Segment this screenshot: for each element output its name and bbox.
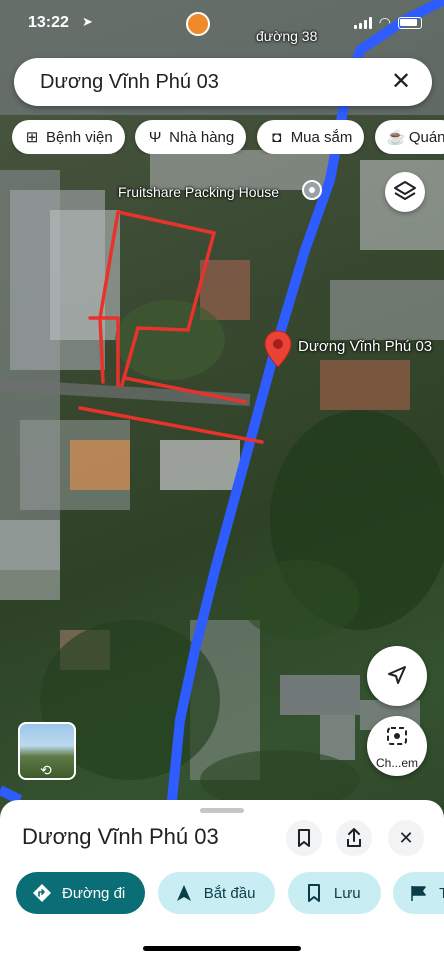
chip-label: Bệnh viện (46, 128, 113, 146)
chip-shopping[interactable]: ◘ Mua sắm (256, 120, 365, 154)
status-bar: 13:22 ➤ ◠ (0, 0, 444, 42)
bookmark-icon (307, 884, 320, 902)
restaurant-icon: Ψ (148, 128, 162, 146)
lens-button[interactable]: Ch...em (367, 716, 427, 776)
lens-label: Ch...em (375, 756, 418, 770)
close-button[interactable]: ✕ (388, 820, 424, 856)
rotate-360-icon: ⟲ (40, 762, 52, 778)
chip-label: Mua sắm (290, 128, 353, 146)
label-button[interactable]: Th (393, 872, 444, 914)
share-button[interactable] (336, 820, 372, 856)
map-layers-button[interactable] (385, 172, 425, 212)
chip-label: Quán (408, 128, 444, 146)
wifi-icon: ◠ (378, 14, 391, 30)
shopping-bag-icon: ◘ (272, 128, 282, 146)
place-actions: Đường đi Bắt đầu Lưu Th (0, 872, 444, 916)
start-label: Bắt đầu (203, 884, 256, 902)
directions-label: Đường đi (62, 884, 126, 902)
place-sheet[interactable]: Dương Vĩnh Phú 03 ✕ Đường đi Bắt đầu Lưu… (0, 800, 444, 960)
search-query[interactable]: Dương Vĩnh Phú 03 (40, 71, 219, 94)
signal-icon (353, 16, 372, 29)
status-time: 13:22 (28, 14, 69, 31)
save-bookmark-button[interactable] (286, 820, 322, 856)
coffee-icon: ☕ (386, 129, 406, 146)
home-indicator[interactable] (143, 946, 301, 951)
layers-icon (394, 181, 416, 200)
navigation-arrow-icon (176, 885, 191, 901)
close-icon: ✕ (398, 828, 414, 848)
location-arrow-icon: ➤ (82, 14, 93, 29)
chip-restaurant[interactable]: Ψ Nhà hàng (135, 120, 247, 154)
chip-coffee[interactable]: ☕ Quán (374, 120, 444, 154)
directions-icon (33, 884, 51, 902)
label-label: Th (439, 884, 444, 902)
street-view-thumbnail[interactable]: ⟲ (18, 722, 76, 780)
sheet-handle[interactable] (200, 808, 244, 813)
save-label: Lưu (333, 884, 361, 902)
poi-label[interactable]: Fruitshare Packing House (118, 184, 279, 200)
poi-marker-icon[interactable] (302, 180, 322, 200)
label-flag-icon (411, 886, 426, 901)
camera-lens-icon (387, 727, 407, 745)
start-button[interactable]: Bắt đầu (157, 872, 276, 914)
clear-search-close-icon[interactable]: ✕ (386, 67, 416, 97)
hospital-icon: ⊞ (25, 129, 39, 146)
navigation-arrow-icon (388, 666, 406, 684)
directions-button[interactable]: Đường đi (16, 872, 146, 914)
location-pin-icon[interactable] (264, 330, 292, 368)
share-icon (347, 828, 361, 847)
category-chips: ⊞ Bệnh viện Ψ Nhà hàng ◘ Mua sắm ☕ Quán (12, 120, 444, 154)
chip-label: Nhà hàng (169, 128, 235, 146)
pin-label: Dương Vĩnh Phú 03 (298, 338, 433, 355)
bookmark-icon (298, 829, 310, 847)
place-title: Dương Vĩnh Phú 03 (22, 824, 219, 849)
chip-hospital[interactable]: ⊞ Bệnh viện (12, 120, 125, 154)
search-bar[interactable]: Dương Vĩnh Phú 03 ✕ (14, 58, 432, 106)
battery-icon (398, 16, 422, 29)
my-location-button[interactable] (367, 646, 427, 706)
save-button[interactable]: Lưu (287, 872, 381, 914)
